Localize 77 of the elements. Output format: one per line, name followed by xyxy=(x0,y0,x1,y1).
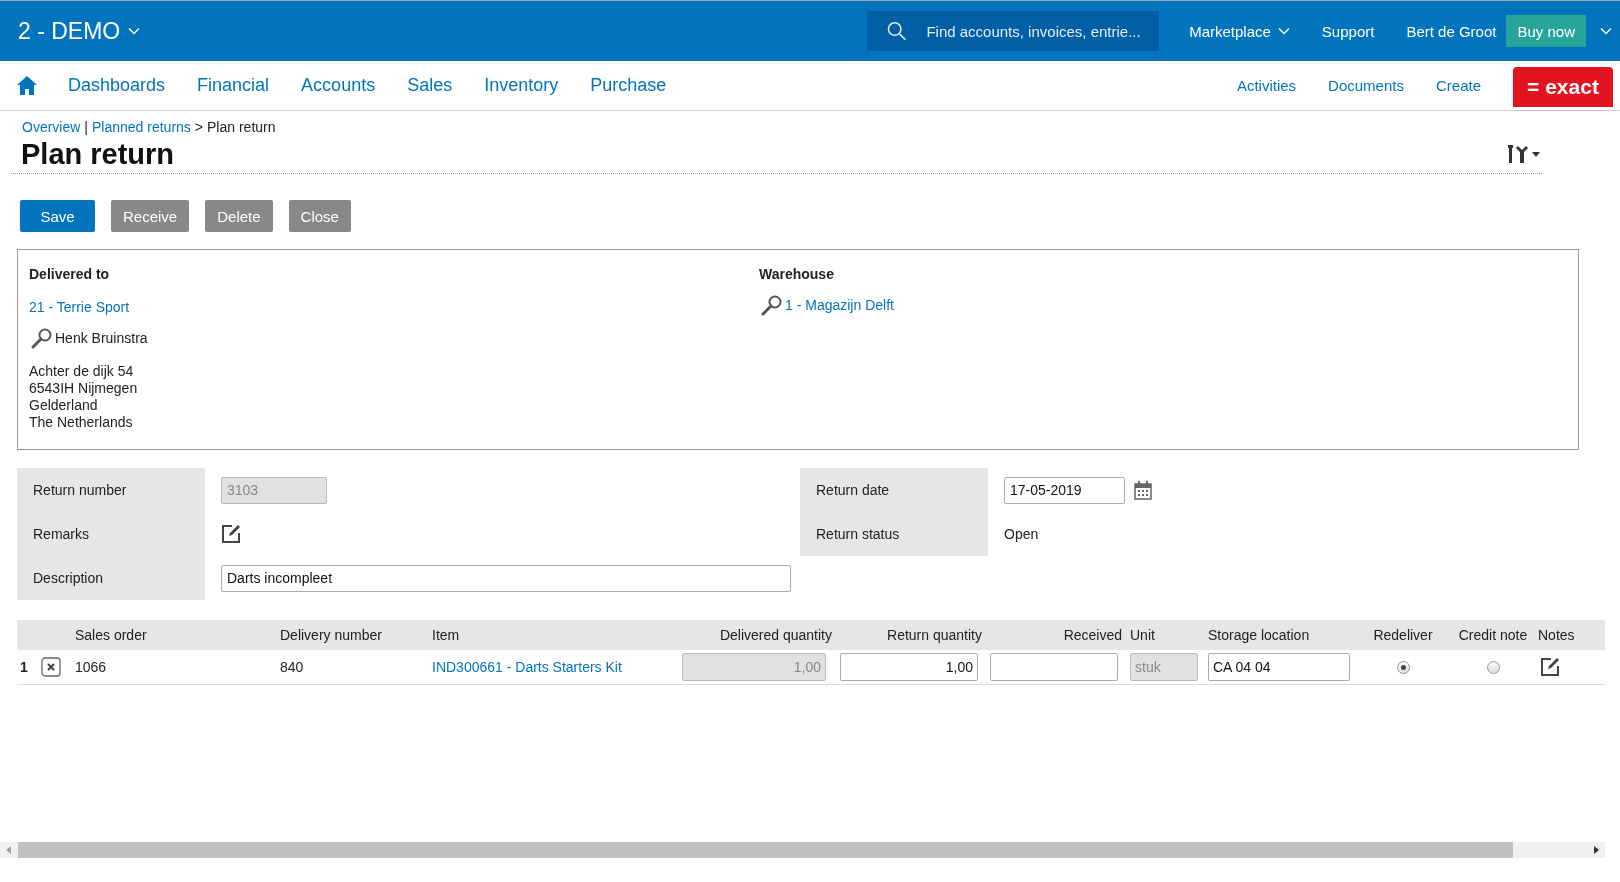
action-button[interactable]: Receive xyxy=(111,200,190,232)
input-field[interactable]: stuk xyxy=(1130,653,1198,681)
column-header: Delivery number xyxy=(280,627,383,643)
input-field[interactable] xyxy=(990,653,1118,681)
magnifier-icon[interactable] xyxy=(761,294,783,316)
field-label: Return date xyxy=(800,468,988,512)
action-button[interactable]: Close xyxy=(288,200,351,232)
action-button[interactable]: Save xyxy=(20,200,95,232)
column-header: Sales order xyxy=(75,627,148,643)
table-cell-text: 1066 xyxy=(75,659,108,675)
account-link[interactable]: 21 - Terrie Sport xyxy=(29,299,759,315)
buy-now-button[interactable]: Buy now xyxy=(1506,15,1586,47)
note-edit-icon[interactable] xyxy=(1540,657,1560,677)
tools-menu-icon[interactable] xyxy=(1506,144,1540,164)
column-header: Credit note xyxy=(1457,627,1529,643)
section-heading: Delivered to xyxy=(29,266,111,282)
search-icon xyxy=(887,21,907,41)
user-menu-chevron-icon[interactable] xyxy=(1600,27,1612,35)
row-number: 1 xyxy=(19,659,29,675)
search-field[interactable]: Find accounts, invoices, entrie... xyxy=(924,21,1160,41)
note-edit-icon[interactable] xyxy=(221,524,241,544)
field-label: Return number xyxy=(17,468,205,512)
section-heading: Warehouse xyxy=(759,266,835,282)
page-title: Plan return xyxy=(21,137,175,171)
date-field[interactable]: 17-05-2019 xyxy=(1004,476,1125,504)
breadcrumb-separator: | xyxy=(84,119,88,135)
field-value: Open xyxy=(1004,526,1039,542)
delete-row-icon[interactable] xyxy=(41,657,61,677)
field-label: Description xyxy=(17,556,205,600)
contact-name: Henk Bruinstra xyxy=(55,330,148,346)
address-text: Achter de dijk 54 6543IH Nijmegen Gelderland The Netherlands xyxy=(29,363,139,431)
breadcrumb-link[interactable]: Planned returns xyxy=(92,119,191,135)
search-bar[interactable]: Find accounts, invoices, entrie... xyxy=(867,11,1160,51)
user-name[interactable]: Bert de Groot xyxy=(1406,22,1497,40)
field-label: Return status xyxy=(800,512,988,556)
calendar-icon[interactable] xyxy=(1133,480,1153,500)
column-header: Delivered quantity xyxy=(718,627,833,643)
item-link[interactable]: IND300661 - Darts Starters Kit xyxy=(432,659,682,675)
input-field[interactable]: CA 04 04 xyxy=(1208,653,1350,681)
column-header: Unit xyxy=(1130,627,1156,643)
home-icon[interactable] xyxy=(17,76,37,95)
column-header: Return quantity xyxy=(886,627,983,643)
input-field[interactable]: Darts incompleet xyxy=(221,564,791,592)
nav-link[interactable]: Sales xyxy=(407,75,453,96)
action-button[interactable]: Delete xyxy=(205,200,273,232)
radio-button[interactable] xyxy=(1486,660,1500,674)
column-header: Item xyxy=(432,627,461,643)
radio-button[interactable] xyxy=(1396,660,1410,674)
chevron-down-icon xyxy=(1277,27,1290,35)
nav-link[interactable]: Create xyxy=(1435,77,1481,94)
breadcrumb-separator: > xyxy=(194,119,204,135)
nav-link[interactable]: Inventory xyxy=(484,75,559,96)
chevron-down-icon xyxy=(128,27,141,35)
breadcrumb-current: Plan return xyxy=(207,119,276,135)
nav-link[interactable]: Dashboards xyxy=(68,75,166,96)
input-field[interactable]: 1,00 xyxy=(840,653,978,681)
column-header: Notes xyxy=(1538,627,1576,643)
scrollbar-thumb[interactable] xyxy=(18,842,1513,858)
brand-logo[interactable]: = exact xyxy=(1513,67,1613,107)
nav-link[interactable]: Activities xyxy=(1236,77,1297,94)
nav-link[interactable]: Accounts xyxy=(301,75,376,96)
input-field[interactable]: 1,00 xyxy=(682,653,826,681)
magnifier-icon[interactable] xyxy=(31,327,53,349)
breadcrumb-link[interactable]: Overview xyxy=(22,119,81,135)
table-cell-text: 840 xyxy=(280,659,305,675)
header-link[interactable]: Marketplace xyxy=(1189,22,1290,40)
company-switcher[interactable]: 2 - DEMO xyxy=(18,17,141,45)
header-link[interactable]: Support xyxy=(1321,22,1375,40)
column-header: Storage location xyxy=(1208,627,1311,643)
field-label: Remarks xyxy=(17,512,205,556)
column-header: Received xyxy=(1062,627,1123,643)
nav-link[interactable]: Financial xyxy=(197,75,270,96)
nav-link[interactable]: Purchase xyxy=(590,75,667,96)
warehouse-link[interactable]: 1 - Magazijn Delft xyxy=(785,297,894,313)
column-header: Redeliver xyxy=(1372,627,1434,643)
input-field[interactable]: 3103 xyxy=(221,476,327,504)
nav-link[interactable]: Documents xyxy=(1328,77,1404,94)
